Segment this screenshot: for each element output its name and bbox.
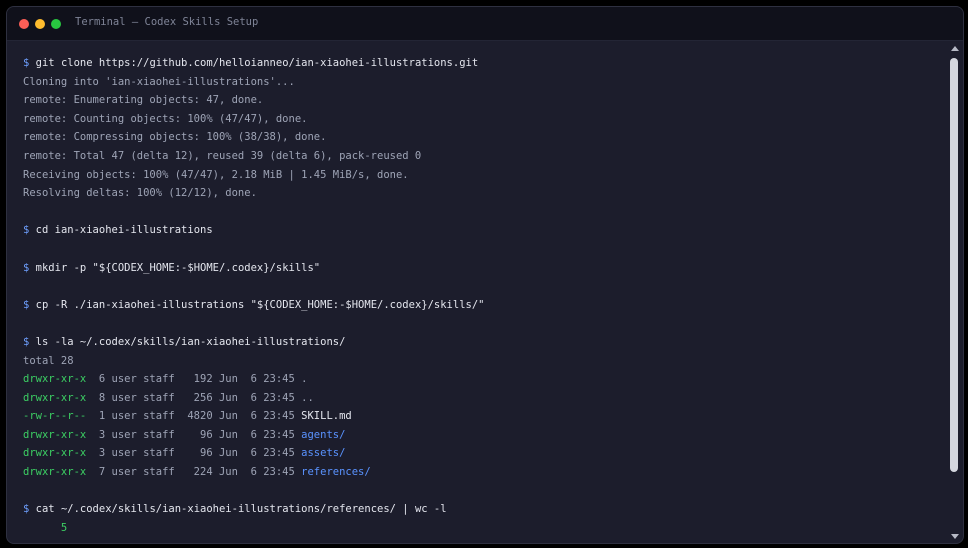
ls-row: drwxr-xr-x 3 user staff 96 Jun 6 23:45 a… — [23, 444, 941, 463]
ls-name: agents/ — [301, 428, 346, 441]
ls-name: .. — [301, 391, 314, 404]
ls-permissions: drwxr-xr-x — [23, 447, 87, 460]
command-text: cp -R ./ian-xiaohei-illustrations "${COD… — [35, 298, 485, 311]
command-text: cat ~/.codex/skills/ian-xiaohei-illustra… — [35, 503, 447, 516]
prompt-symbol: $ — [23, 503, 30, 516]
scroll-down-arrow-icon[interactable] — [951, 534, 959, 539]
output-line: remote: Compressing objects: 100% (38/38… — [23, 131, 327, 144]
command-text: ls -la ~/.codex/skills/ian-xiaohei-illus… — [35, 335, 346, 348]
ls-name: assets/ — [301, 447, 346, 460]
ls-permissions: -rw-r--r-- — [23, 410, 87, 423]
vertical-scrollbar[interactable] — [949, 40, 961, 543]
command-line: $ cd ian-xiaohei-illustrations — [23, 221, 941, 240]
ls-total: total 28 — [23, 354, 74, 367]
prompt-symbol: $ — [23, 298, 30, 311]
command-line: $ ls -la ~/.codex/skills/ian-xiaohei-ill… — [23, 333, 941, 352]
ls-row: drwxr-xr-x 6 user staff 192 Jun 6 23:45 … — [23, 370, 941, 389]
terminal-window: Terminal — Codex Skills Setup $ git clon… — [6, 6, 964, 544]
minimize-window-button[interactable] — [35, 19, 45, 29]
title-bar: Terminal — Codex Skills Setup — [7, 7, 963, 41]
ls-meta: 3 user staff 96 Jun 6 23:45 — [86, 447, 302, 460]
command-line: $ cp -R ./ian-xiaohei-illustrations "${C… — [23, 296, 941, 315]
ls-meta: 6 user staff 192 Jun 6 23:45 — [86, 373, 302, 386]
wc-output: 5 — [23, 521, 68, 534]
command-line: $ git clone https://github.com/helloiann… — [23, 54, 941, 73]
command-line: $ mkdir -p "${CODEX_HOME:-$HOME/.codex}/… — [23, 259, 941, 278]
ls-name: references/ — [301, 466, 371, 479]
output-line: Resolving deltas: 100% (12/12), done. — [23, 187, 257, 200]
command-text: git clone https://github.com/helloianneo… — [35, 57, 479, 69]
output-line: remote: Total 47 (delta 12), reused 39 (… — [23, 149, 422, 162]
prompt-symbol: $ — [23, 57, 30, 69]
ls-permissions: drwxr-xr-x — [23, 391, 87, 404]
prompt-symbol: $ — [23, 224, 30, 237]
prompt-symbol: $ — [23, 261, 30, 274]
output-line: remote: Counting objects: 100% (47/47), … — [23, 112, 308, 125]
ls-permissions: drwxr-xr-x — [23, 373, 87, 386]
command-line: $ cat ~/.codex/skills/ian-xiaohei-illust… — [23, 500, 941, 519]
zoom-window-button[interactable] — [51, 19, 61, 29]
ls-row: drwxr-xr-x 7 user staff 224 Jun 6 23:45 … — [23, 463, 941, 482]
command-text: mkdir -p "${CODEX_HOME:-$HOME/.codex}/sk… — [35, 261, 321, 274]
ls-meta: 3 user staff 96 Jun 6 23:45 — [86, 428, 302, 441]
terminal-output[interactable]: $ git clone https://github.com/helloiann… — [23, 54, 941, 543]
scrollbar-thumb[interactable] — [950, 58, 958, 472]
output-line: remote: Enumerating objects: 47, done. — [23, 94, 264, 107]
prompt-symbol: $ — [23, 335, 30, 348]
close-window-button[interactable] — [19, 19, 29, 29]
ls-permissions: drwxr-xr-x — [23, 428, 87, 441]
ls-meta: 7 user staff 224 Jun 6 23:45 — [86, 466, 302, 479]
output-line: Receiving objects: 100% (47/47), 2.18 Mi… — [23, 168, 409, 181]
ls-name: . — [301, 373, 308, 386]
output-line: Cloning into 'ian-xiaohei-illustrations'… — [23, 75, 295, 88]
ls-name: SKILL.md — [301, 410, 352, 423]
scroll-up-arrow-icon[interactable] — [951, 46, 959, 51]
ls-row: drwxr-xr-x 8 user staff 256 Jun 6 23:45 … — [23, 389, 941, 408]
ls-meta: 8 user staff 256 Jun 6 23:45 — [86, 391, 302, 404]
ls-row: -rw-r--r-- 1 user staff 4820 Jun 6 23:45… — [23, 407, 941, 426]
ls-row: drwxr-xr-x 3 user staff 96 Jun 6 23:45 a… — [23, 426, 941, 445]
window-title: Terminal — Codex Skills Setup — [75, 16, 259, 28]
ls-meta: 1 user staff 4820 Jun 6 23:45 — [86, 410, 302, 423]
command-text: cd ian-xiaohei-illustrations — [35, 224, 213, 237]
ls-permissions: drwxr-xr-x — [23, 466, 87, 479]
